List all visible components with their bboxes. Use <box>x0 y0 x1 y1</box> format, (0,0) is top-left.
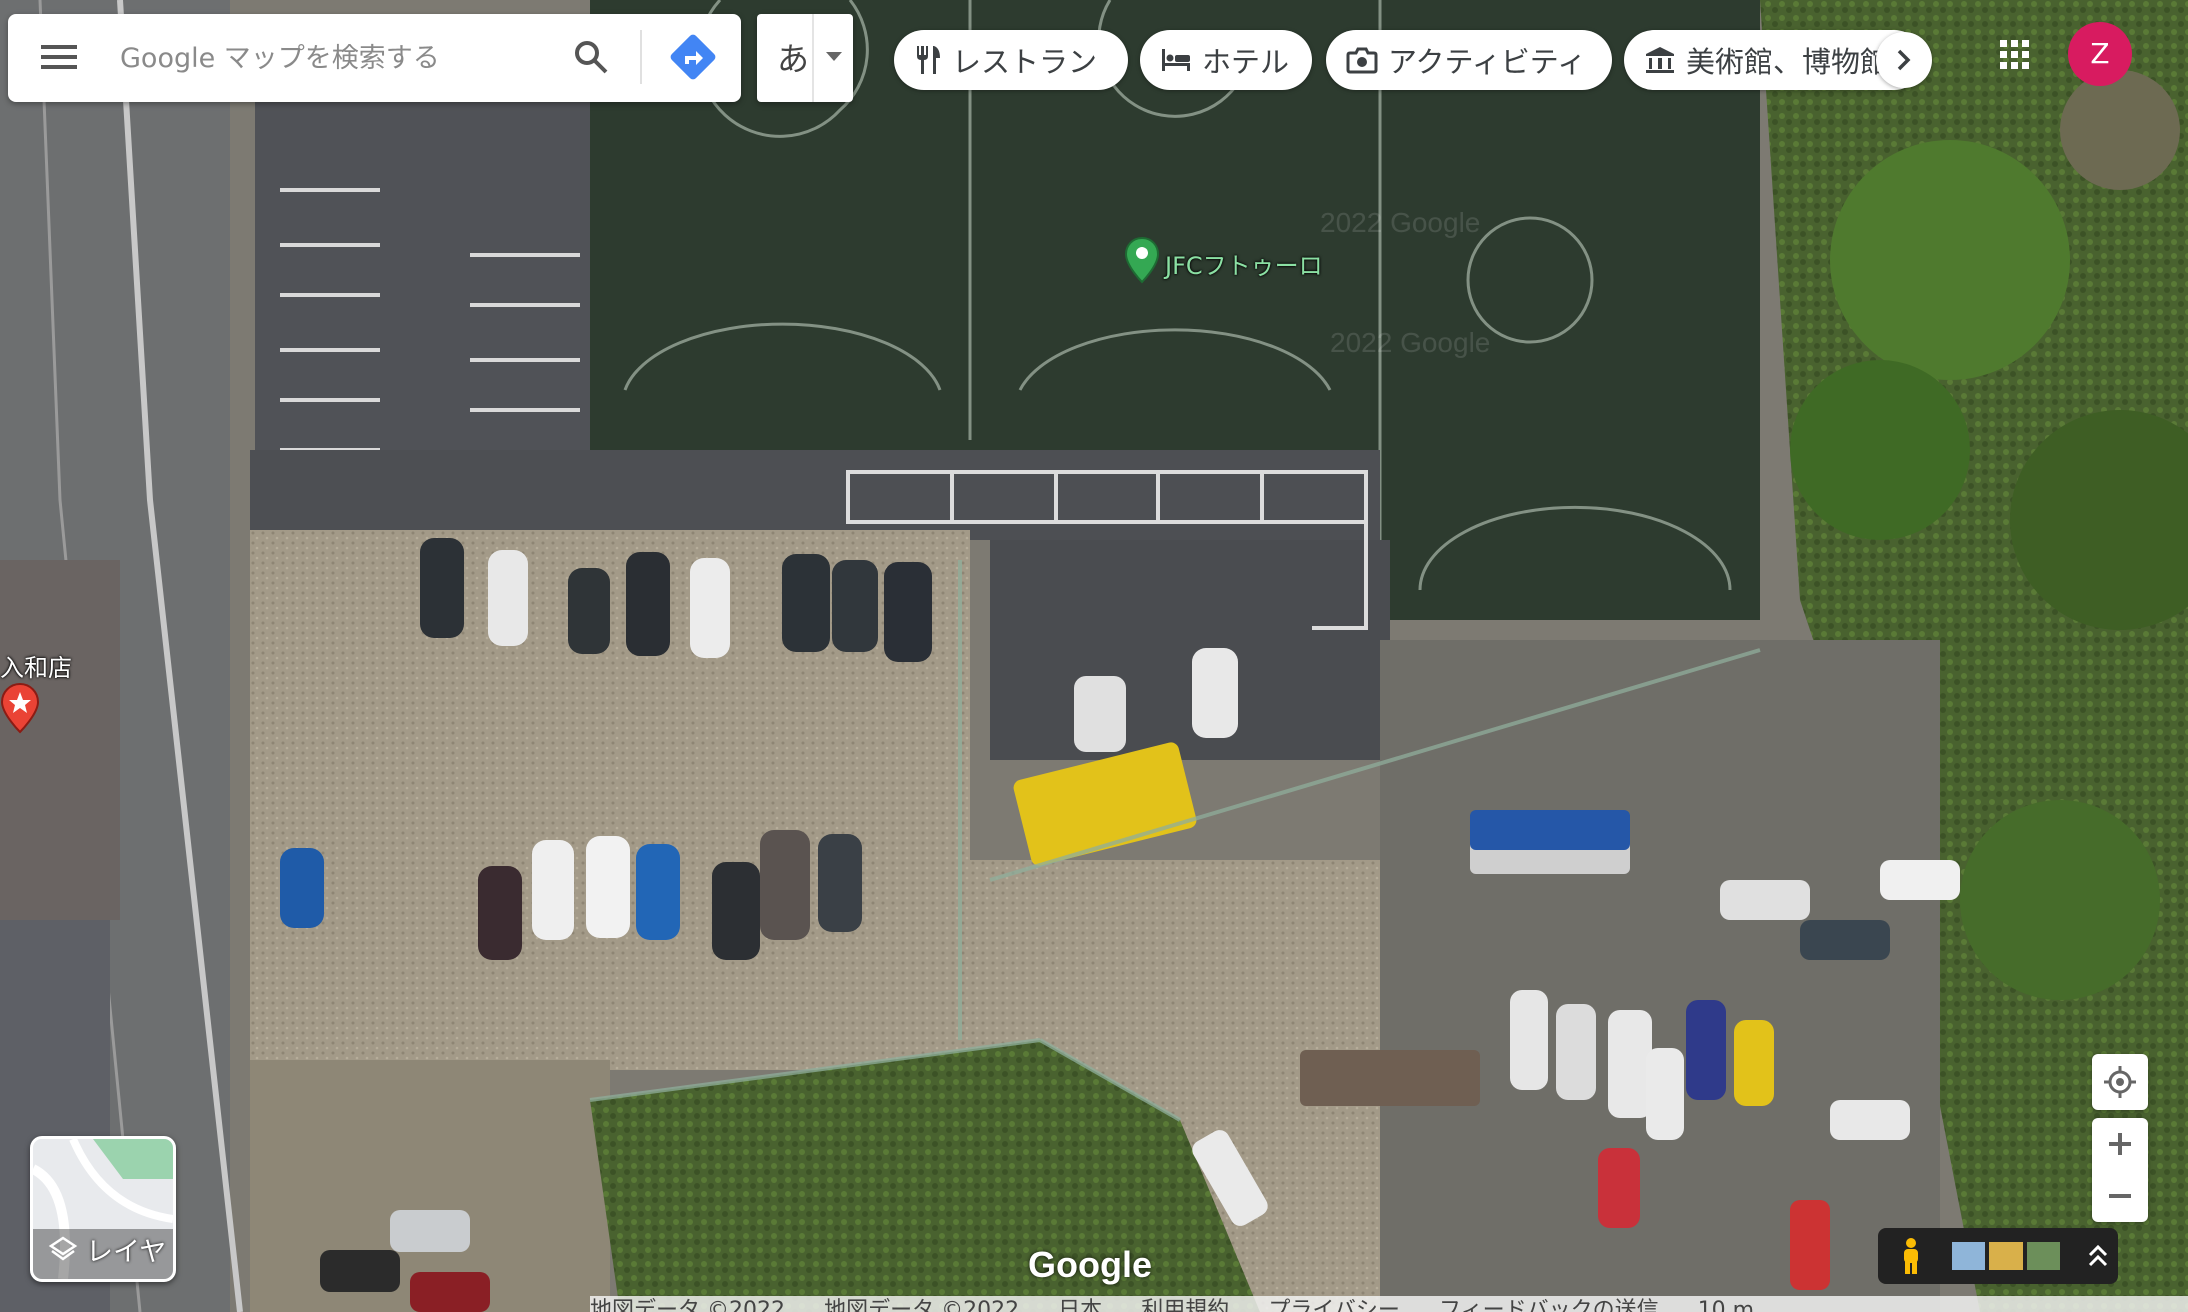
minus-icon <box>2109 1194 2131 1198</box>
footer-privacy-link[interactable]: プライバシー <box>1268 1298 1400 1312</box>
search-input[interactable] <box>118 22 552 94</box>
imagery-bar <box>1878 1228 2118 1284</box>
layers-label: レイヤ <box>86 1237 167 1268</box>
chip-scroll-right-button[interactable] <box>1876 32 1932 88</box>
chevron-right-icon <box>1897 49 1911 71</box>
museum-icon <box>1646 47 1674 73</box>
zoom-out-button[interactable] <box>2092 1171 2148 1221</box>
input-method-separator <box>812 14 814 102</box>
account-avatar[interactable]: Z <box>2068 22 2132 86</box>
search-icon[interactable] <box>560 26 622 88</box>
footer-map-data: 地図データ ©2022 <box>590 1298 785 1312</box>
footer-feedback-link[interactable]: フィードバックの送信 <box>1439 1298 1659 1312</box>
satellite-map[interactable]: 2022 Google 2022 Google <box>0 0 2188 1312</box>
chip-restaurant[interactable]: レストラン <box>894 30 1128 90</box>
my-location-button[interactable] <box>2092 1054 2148 1110</box>
attribution-footer: 地図データ ©2022 地図データ ©2022 日本 利用規約 プライバシー フ… <box>590 1296 2188 1312</box>
zoom-control <box>2092 1118 2148 1222</box>
watermark: 2022 Google <box>1320 207 1480 238</box>
zoom-in-button[interactable] <box>2092 1119 2148 1169</box>
footer-region-link[interactable]: 日本 <box>1058 1298 1102 1312</box>
expand-up-icon[interactable] <box>2078 1236 2118 1276</box>
pegman-icon[interactable] <box>1888 1233 1934 1279</box>
chip-hotel[interactable]: ホテル <box>1140 30 1312 90</box>
hotel-icon <box>1162 49 1190 71</box>
menu-icon[interactable] <box>26 24 92 90</box>
google-logo: Google <box>1028 1244 1152 1285</box>
directions-icon[interactable] <box>660 24 726 90</box>
crosshair-icon <box>2104 1066 2136 1098</box>
footer-terms-link[interactable]: 利用規約 <box>1141 1298 1229 1312</box>
restaurant-icon <box>917 46 940 74</box>
watermark: 2022 Google <box>1330 327 1490 358</box>
store-pin-icon[interactable] <box>0 682 40 734</box>
layers-icon <box>48 1234 78 1264</box>
apps-grid-icon[interactable] <box>1990 30 2040 80</box>
place-pin-icon[interactable] <box>1124 236 1160 284</box>
footer-scale[interactable]: 10 m <box>1698 1298 1754 1312</box>
chip-activities[interactable]: アクティビティ <box>1326 30 1612 90</box>
search-divider <box>640 30 642 84</box>
camera-icon <box>1346 47 1378 74</box>
place-label[interactable]: JFCフトゥーロ <box>1165 246 1323 281</box>
imagery-thumbnail-3[interactable] <box>2026 1242 2061 1270</box>
chip-label: ホテル <box>1202 45 1290 79</box>
footer-map-data: 地図データ ©2022 <box>824 1298 1020 1312</box>
imagery-thumbnail-2[interactable] <box>1989 1242 2023 1270</box>
chevron-down-icon[interactable] <box>818 30 850 84</box>
chip-label: 美術館、博物館 <box>1686 45 1890 79</box>
chip-label: アクティビティ <box>1388 45 1587 79</box>
imagery-thumbnail-1[interactable] <box>1951 1242 1986 1270</box>
store-label[interactable]: 入和店 <box>0 648 72 683</box>
plus-icon <box>2109 1133 2131 1155</box>
chip-label: レストラン <box>952 45 1098 79</box>
